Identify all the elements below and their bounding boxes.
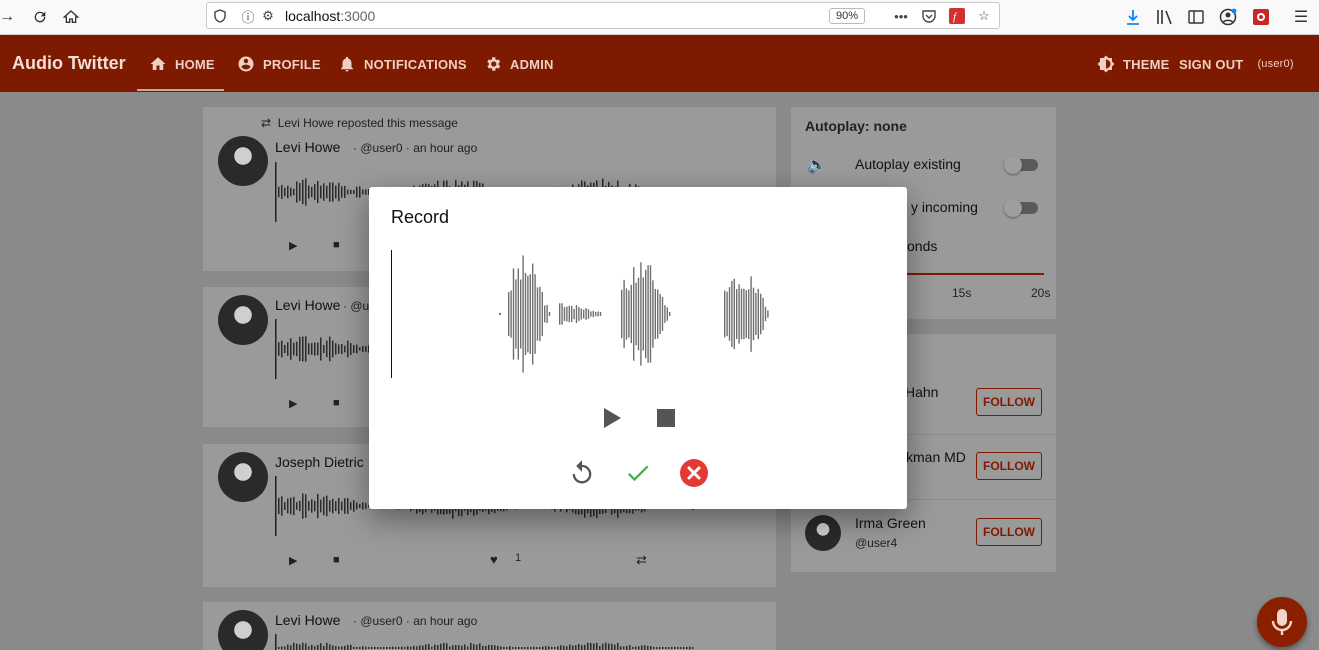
nav-profile[interactable]: PROFILE	[237, 54, 321, 74]
follow-button[interactable]: FOLLOW	[976, 518, 1042, 546]
nav-notifications[interactable]: NOTIFICATIONS	[338, 54, 467, 74]
active-tab-indicator	[137, 89, 224, 91]
seconds-label: onds	[907, 238, 938, 254]
avatar[interactable]	[218, 610, 268, 650]
forward-icon[interactable]: →	[0, 6, 18, 28]
follow-button[interactable]: FOLLOW	[976, 452, 1042, 480]
download-icon[interactable]	[1122, 6, 1144, 28]
play-icon[interactable]: ▶	[289, 554, 297, 567]
stop-icon[interactable]: ■	[333, 397, 340, 409]
slider-tick-20: 20s	[1031, 286, 1051, 300]
rerecord-button[interactable]	[567, 458, 597, 488]
autoplay-incoming-label: y incoming	[911, 199, 978, 215]
like-count: 1	[515, 552, 522, 564]
replay-icon	[572, 460, 592, 484]
home-icon[interactable]	[60, 6, 82, 28]
stop-icon	[657, 409, 675, 427]
seconds-slider[interactable]	[907, 273, 1044, 275]
autoplay-title: Autoplay: none	[805, 118, 907, 134]
nav-notifications-label: NOTIFICATIONS	[364, 56, 467, 72]
nav-admin[interactable]: ADMIN	[484, 54, 554, 74]
dialog-title: Record	[391, 207, 450, 227]
theme-button[interactable]: THEME	[1097, 54, 1170, 74]
avatar[interactable]	[218, 452, 268, 502]
addon-icon[interactable]	[1250, 6, 1272, 28]
microphone-icon	[1271, 609, 1293, 635]
zoom-badge[interactable]: 90%	[829, 8, 866, 24]
extension-icon[interactable]: f	[948, 7, 966, 25]
browser-toolbar: → ⓘ ⚙ localhost:3000 90% ••• f ☆ ☰	[0, 0, 1319, 35]
play-icon[interactable]: ▶	[289, 397, 297, 410]
avatar[interactable]	[218, 136, 268, 186]
account-icon[interactable]	[1217, 6, 1239, 28]
post-waveform[interactable]	[275, 319, 370, 379]
nav-home-label: HOME	[175, 56, 215, 72]
app-title[interactable]: Audio Twitter	[12, 53, 126, 74]
bell-icon	[341, 56, 353, 72]
gear-icon	[487, 57, 501, 71]
post-author[interactable]: Levi Howe	[275, 297, 340, 313]
waveform-graphic	[499, 255, 769, 373]
play-button[interactable]	[598, 404, 626, 432]
post-waveform[interactable]	[275, 634, 695, 650]
info-icon[interactable]: ⓘ	[239, 7, 257, 25]
brightness-icon	[1097, 55, 1115, 73]
post-author[interactable]: Levi Howe	[275, 139, 340, 155]
play-icon	[604, 408, 621, 428]
autoplay-existing-toggle[interactable]	[1004, 156, 1038, 174]
avatar[interactable]	[218, 295, 268, 345]
stop-icon[interactable]: ■	[333, 239, 340, 251]
volume-icon: 🔈	[807, 157, 827, 174]
signed-in-user: (user0)	[1257, 58, 1294, 70]
follow-user-name[interactable]: Irma Green	[855, 515, 926, 531]
follow-user-name[interactable]: Hahn	[905, 384, 938, 400]
url-bar[interactable]: ⓘ ⚙ localhost:3000 90% ••• f ☆	[206, 2, 1000, 29]
nav-profile-label: PROFILE	[263, 56, 321, 72]
cancel-icon	[680, 459, 708, 487]
slider-tick-15: 15s	[952, 286, 972, 300]
sidebar-icon[interactable]	[1185, 6, 1207, 28]
theme-label: THEME	[1123, 56, 1170, 72]
autoplay-existing-label: Autoplay existing	[855, 156, 961, 172]
avatar[interactable]	[805, 515, 841, 551]
follow-user-handle: @user4	[855, 536, 898, 550]
record-dialog: Record	[369, 187, 907, 509]
record-fab[interactable]	[1257, 597, 1307, 647]
url-text: localhost:3000	[285, 8, 376, 24]
autoplay-incoming-toggle[interactable]	[1004, 199, 1038, 217]
reload-icon[interactable]	[29, 6, 51, 28]
account-circle-icon	[238, 56, 254, 72]
heart-icon[interactable]: ♥	[490, 552, 498, 567]
bookmark-star-icon[interactable]: ☆	[975, 7, 993, 25]
check-icon	[627, 465, 649, 482]
sign-out-button[interactable]: SIGN OUT (user0)	[1179, 54, 1294, 74]
post-meta: · @user0 · an hour ago	[353, 141, 478, 155]
menu-icon[interactable]: ☰	[1290, 6, 1312, 28]
follow-user-name[interactable]: kman MD	[906, 449, 966, 465]
nav-admin-label: ADMIN	[510, 56, 554, 72]
repost-icon[interactable]: ⇄	[636, 552, 647, 568]
nav-home[interactable]: HOME	[149, 54, 215, 74]
play-icon[interactable]: ▶	[289, 239, 297, 252]
pocket-icon[interactable]	[920, 7, 938, 25]
library-icon[interactable]	[1154, 6, 1176, 28]
accept-button[interactable]	[623, 458, 653, 488]
shield-icon[interactable]	[211, 7, 229, 25]
post-author[interactable]: Levi Howe	[275, 612, 340, 628]
sign-out-label: SIGN OUT	[1179, 56, 1244, 72]
post-author[interactable]: Joseph Dietric	[275, 454, 364, 470]
post-meta: · @user0 · an hour ago	[353, 614, 478, 628]
cancel-button[interactable]	[679, 458, 709, 488]
follow-button[interactable]: FOLLOW	[976, 388, 1042, 416]
post-meta: · @u	[343, 299, 370, 313]
app-bar: Audio Twitter HOME PROFILE NOTIFICATIONS…	[0, 35, 1319, 92]
stop-icon[interactable]: ■	[333, 554, 340, 566]
post-card: Levi Howe · @user0 · an hour ago	[203, 602, 776, 650]
repost-indicator: ⇄ Levi Howe reposted this message	[261, 116, 458, 130]
permissions-icon[interactable]: ⚙	[259, 7, 277, 25]
stop-button[interactable]	[652, 404, 680, 432]
recording-waveform[interactable]	[391, 250, 891, 378]
home-icon	[150, 57, 166, 70]
more-actions-icon[interactable]: •••	[892, 7, 910, 25]
